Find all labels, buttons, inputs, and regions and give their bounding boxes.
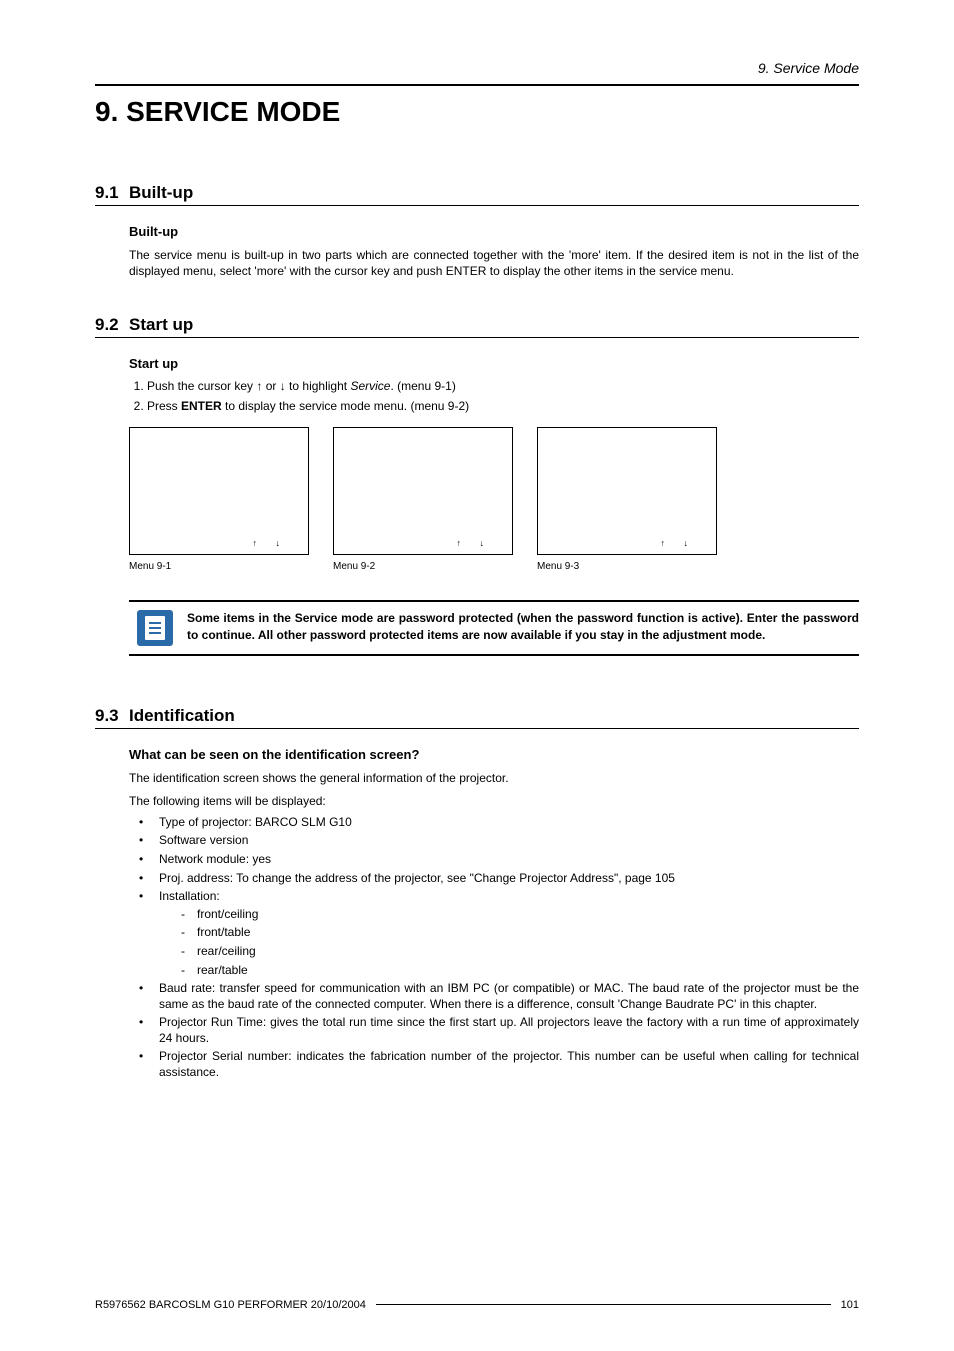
identification-list: Type of projector: BARCO SLM G10 Softwar… [129, 815, 859, 1081]
subheading-start-up: Start up [129, 356, 859, 371]
arrow-icons: ↑ ↓ [252, 538, 288, 548]
list-item-installation: Installation: front/ceiling front/table … [135, 889, 859, 978]
step-2: Press ENTER to display the service mode … [147, 399, 859, 413]
menu-figure-3: ↑ ↓ Menu 9-3 [537, 427, 717, 572]
list-item: Type of projector: BARCO SLM G10 [135, 815, 859, 831]
menu-box: ↑ ↓ [537, 427, 717, 555]
section-number: 9.3 [95, 706, 129, 726]
divider [95, 728, 859, 729]
arrow-icons: ↑ ↓ [456, 538, 492, 548]
list-item: rear/table [179, 963, 859, 979]
menu-figure-1: ↑ ↓ Menu 9-1 [129, 427, 309, 572]
menu-figure-2: ↑ ↓ Menu 9-2 [333, 427, 513, 572]
text: . (menu 9-1) [390, 379, 455, 393]
menu-box: ↑ ↓ [333, 427, 513, 555]
text: Press [147, 399, 181, 413]
menu-caption: Menu 9-3 [537, 561, 717, 572]
list-item: Baud rate: transfer speed for communicat… [135, 981, 859, 1012]
section-9-3-heading: 9.3 Identification [95, 706, 859, 726]
arrow-icons: ↑ ↓ [660, 538, 696, 548]
page-title: 9. SERVICE MODE [95, 96, 859, 128]
menu-caption: Menu 9-1 [129, 561, 309, 572]
divider [95, 84, 859, 86]
menu-caption: Menu 9-2 [333, 561, 513, 572]
paragraph: The service menu is built-up in two part… [129, 247, 859, 279]
section-number: 9.1 [95, 183, 129, 203]
list-item: front/ceiling [179, 907, 859, 923]
page-footer: R5976562 BARCOSLM G10 PERFORMER 20/10/20… [95, 1299, 859, 1311]
footer-line [376, 1304, 831, 1305]
divider [95, 205, 859, 206]
section-title: Identification [129, 706, 235, 726]
text: Installation: [159, 889, 220, 903]
note-icon-container [129, 610, 181, 646]
subheading-built-up: Built-up [129, 224, 859, 239]
section-9-1-heading: 9.1 Built-up [95, 183, 859, 203]
text-italic: Service [350, 379, 390, 393]
section-number: 9.2 [95, 315, 129, 335]
menu-box: ↑ ↓ [129, 427, 309, 555]
text-bold: ENTER [181, 399, 222, 413]
paragraph: The following items will be displayed: [129, 793, 859, 809]
text: Push the cursor key ↑ or ↓ to highlight [147, 379, 350, 393]
step-1: Push the cursor key ↑ or ↓ to highlight … [147, 379, 859, 393]
menu-figures-row: ↑ ↓ Menu 9-1 ↑ ↓ Menu 9-2 ↑ ↓ Menu 9-3 [129, 427, 859, 572]
list-item: Software version [135, 833, 859, 849]
text: to display the service mode menu. (menu … [222, 399, 469, 413]
list-item: front/table [179, 925, 859, 941]
list-item: Network module: yes [135, 852, 859, 868]
section-title: Built-up [129, 183, 193, 203]
list-item: Proj. address: To change the address of … [135, 871, 859, 887]
list-item: rear/ceiling [179, 944, 859, 960]
footer-page-number: 101 [841, 1299, 859, 1311]
note-text: Some items in the Service mode are passw… [181, 610, 859, 646]
note-callout: Some items in the Service mode are passw… [129, 600, 859, 656]
section-9-2-heading: 9.2 Start up [95, 315, 859, 335]
list-item: Projector Serial number: indicates the f… [135, 1049, 859, 1080]
subheading-identification: What can be seen on the identification s… [129, 747, 859, 762]
steps-list: Push the cursor key ↑ or ↓ to highlight … [129, 379, 859, 413]
document-icon [145, 616, 165, 640]
footer-doc-id: R5976562 BARCOSLM G10 PERFORMER 20/10/20… [95, 1299, 366, 1311]
note-icon [137, 610, 173, 646]
divider [95, 337, 859, 338]
page-header-label: 9. Service Mode [95, 60, 859, 76]
section-title: Start up [129, 315, 193, 335]
installation-sublist: front/ceiling front/table rear/ceiling r… [159, 907, 859, 978]
list-item: Projector Run Time: gives the total run … [135, 1015, 859, 1046]
paragraph: The identification screen shows the gene… [129, 770, 859, 786]
